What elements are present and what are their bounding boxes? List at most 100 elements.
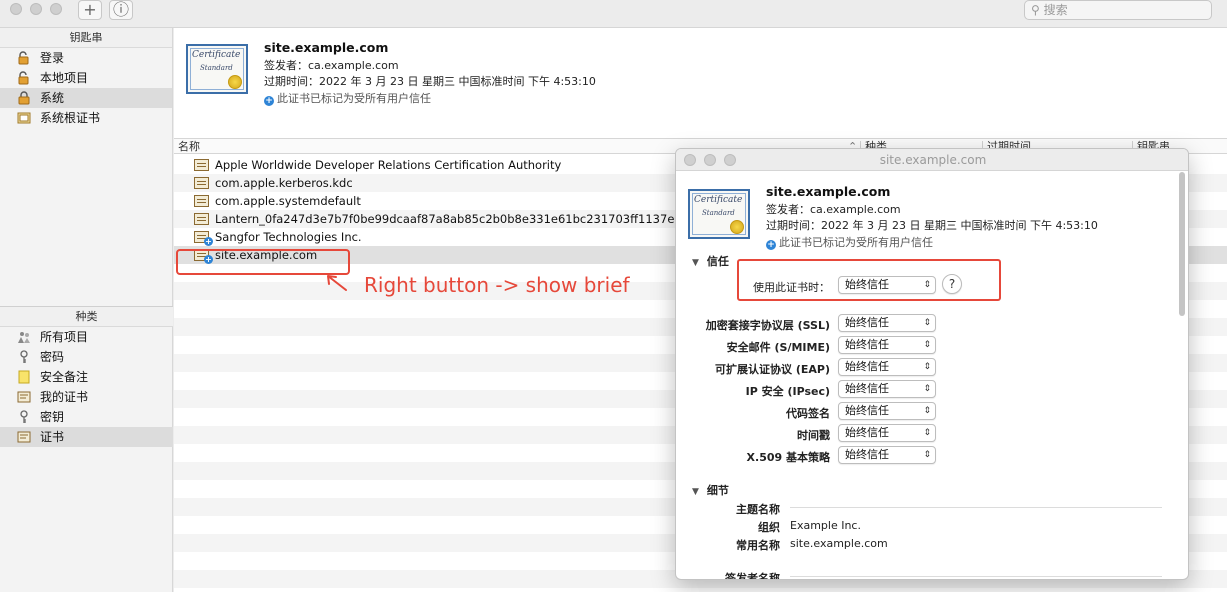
trust-setting-select[interactable]: 始终信任 ⇕ [838,314,936,332]
sidebar-category-item-5[interactable]: 证书 [0,427,173,447]
trust-setting-label: 安全邮件 (S/MIME) [726,341,830,354]
popup-cert-expiry: 过期时间：2022 年 3 月 23 日 星期三 中国标准时间 下午 4:53:… [766,219,1098,232]
updown-chevron-icon: ⇕ [923,406,931,416]
sidebar-category-item-label: 我的证书 [40,390,89,404]
popup-minimize-button[interactable] [704,154,716,166]
keychain-list: 登录本地项目系统系统根证书 [0,48,172,128]
sidebar-keychain-item-2[interactable]: 系统 [0,88,172,108]
cert-expiry: 过期时间：2022 年 3 月 23 日 星期三 中国标准时间 下午 4:53:… [264,75,596,88]
updown-chevron-icon: ⇕ [923,428,931,438]
trust-setting-label: IP 安全 (IPsec) [745,385,830,398]
zoom-window-button[interactable] [50,3,62,15]
certificate-icon [194,177,209,189]
sidebar-keychain-item-label: 登录 [40,51,65,65]
updown-chevron-icon: ⇕ [923,362,931,372]
unlocked-padlock-icon [17,71,31,85]
plus-badge-icon: + [264,96,274,106]
people-icon [17,330,31,344]
key-icon [17,350,31,364]
sidebar-keychain-item-label: 系统根证书 [40,111,101,125]
trust-setting-select[interactable]: 始终信任 ⇕ [838,336,936,354]
info-button[interactable]: ⓘ [109,0,133,20]
trust-setting-select[interactable]: 始终信任 ⇕ [838,446,936,464]
certificate-icon: Certificate Standard [186,44,248,94]
certificate-icon: + [194,231,213,246]
cabinet-icon [17,111,31,125]
trust-setting-label: X.509 基本策略 [746,451,830,464]
subject-name-label: 主题名称 [736,503,780,516]
sidebar-keychain-item-label: 系统 [40,91,65,105]
row-name: Lantern_0fa247d3e7b7f0be99dcaaf87a8ab85c… [215,212,707,226]
plus-badge-icon: + [766,240,776,250]
sidebar-keychain-item-1[interactable]: 本地项目 [0,68,172,88]
trust-setting-label: 代码签名 [786,407,830,420]
sidebar-category-item-label: 所有项目 [40,330,89,344]
trust-setting-select[interactable]: 始终信任 ⇕ [838,402,936,420]
sidebar-category-item-2[interactable]: 安全备注 [0,367,173,387]
popup-cert-title: site.example.com [766,184,891,199]
organization-value: Example Inc. [790,519,861,532]
key-icon [17,410,31,424]
sidebar-category-item-3[interactable]: 我的证书 [0,387,173,407]
details-section-toggle[interactable]: ▼ 细节 [692,482,729,498]
updown-chevron-icon: ⇕ [923,384,931,394]
sidebar-keychain-item-0[interactable]: 登录 [0,48,172,68]
sidebar-keychain-item-label: 本地项目 [40,71,89,85]
window-titlebar: + ⓘ ⚲ 搜索 [0,0,1227,28]
sidebar-category-item-label: 安全备注 [40,370,89,384]
cert-trust-note: + 此证书已标记为受所有用户信任 [264,92,431,106]
popup-cert-trust-note: + 此证书已标记为受所有用户信任 [766,236,933,250]
disclosure-triangle-icon: ▼ [692,258,699,268]
certificate-detail-window: site.example.com Certificate Standard si… [675,148,1189,580]
sidebar-category-item-0[interactable]: 所有项目 [0,327,173,347]
issuer-name-label: 签发者名称 [725,572,780,580]
note-icon [17,370,31,384]
search-icon: ⚲ [1031,3,1040,17]
annotation-text: Right button -> show brief [364,273,630,297]
updown-chevron-icon: ⇕ [923,340,931,350]
sidebar-category-item-1[interactable]: 密码 [0,347,173,367]
trust-setting-select[interactable]: 始终信任 ⇕ [838,358,936,376]
organization-label: 组织 [758,521,780,534]
common-name-label: 常用名称 [736,539,780,552]
common-name-value: site.example.com [790,537,888,550]
trust-setting-select[interactable]: 始终信任 ⇕ [838,380,936,398]
search-placeholder: 搜索 [1043,3,1068,17]
trust-setting-label: 时间戳 [797,429,830,442]
certificate-icon [194,195,209,207]
add-item-button[interactable]: + [78,0,102,20]
popup-zoom-button[interactable] [724,154,736,166]
trust-setting-label: 加密套接字协议层 (SSL) [705,319,830,332]
popup-cert-issuer: 签发者：ca.example.com [766,203,901,216]
row-name: Apple Worldwide Developer Relations Cert… [215,158,562,172]
sidebar-keychain-item-3[interactable]: 系统根证书 [0,108,172,128]
updown-chevron-icon: ⇕ [923,450,931,460]
sidebar-category-item-4[interactable]: 密钥 [0,407,173,427]
certificate-icon [194,213,209,225]
search-field[interactable]: ⚲ 搜索 [1024,0,1212,20]
trust-setting-select[interactable]: 始终信任 ⇕ [838,424,936,442]
certificate-icon [17,430,31,444]
close-window-button[interactable] [10,3,22,15]
sidebar-category-item-label: 密钥 [40,410,65,424]
trust-section-toggle[interactable]: ▼ 信任 [692,253,729,269]
popup-window-title: site.example.com [879,153,987,167]
row-name: Sangfor Technologies Inc. [215,230,362,244]
popup-certificate-icon: Certificate Standard [688,189,750,239]
cert-title: site.example.com [264,40,389,55]
sidebar-category-item-label: 密码 [40,350,65,364]
trust-setting-label: 可扩展认证协议 (EAP) [715,363,830,376]
annotation-highlight-box [737,259,1001,301]
unlocked-padlock-icon [17,51,31,65]
certificate-icon [194,159,209,171]
row-name: com.apple.kerberos.kdc [215,176,353,190]
annotation-arrow-icon [327,275,347,291]
popup-scrollbar[interactable] [1179,172,1185,316]
cert-issuer: 签发者：ca.example.com [264,59,399,72]
popup-close-button[interactable] [684,154,696,166]
popup-titlebar: site.example.com [676,149,1188,171]
column-name[interactable]: 名称 [178,139,200,154]
minimize-window-button[interactable] [30,3,42,15]
updown-chevron-icon: ⇕ [923,318,931,328]
category-list: 所有项目密码安全备注我的证书密钥证书 [0,327,173,447]
